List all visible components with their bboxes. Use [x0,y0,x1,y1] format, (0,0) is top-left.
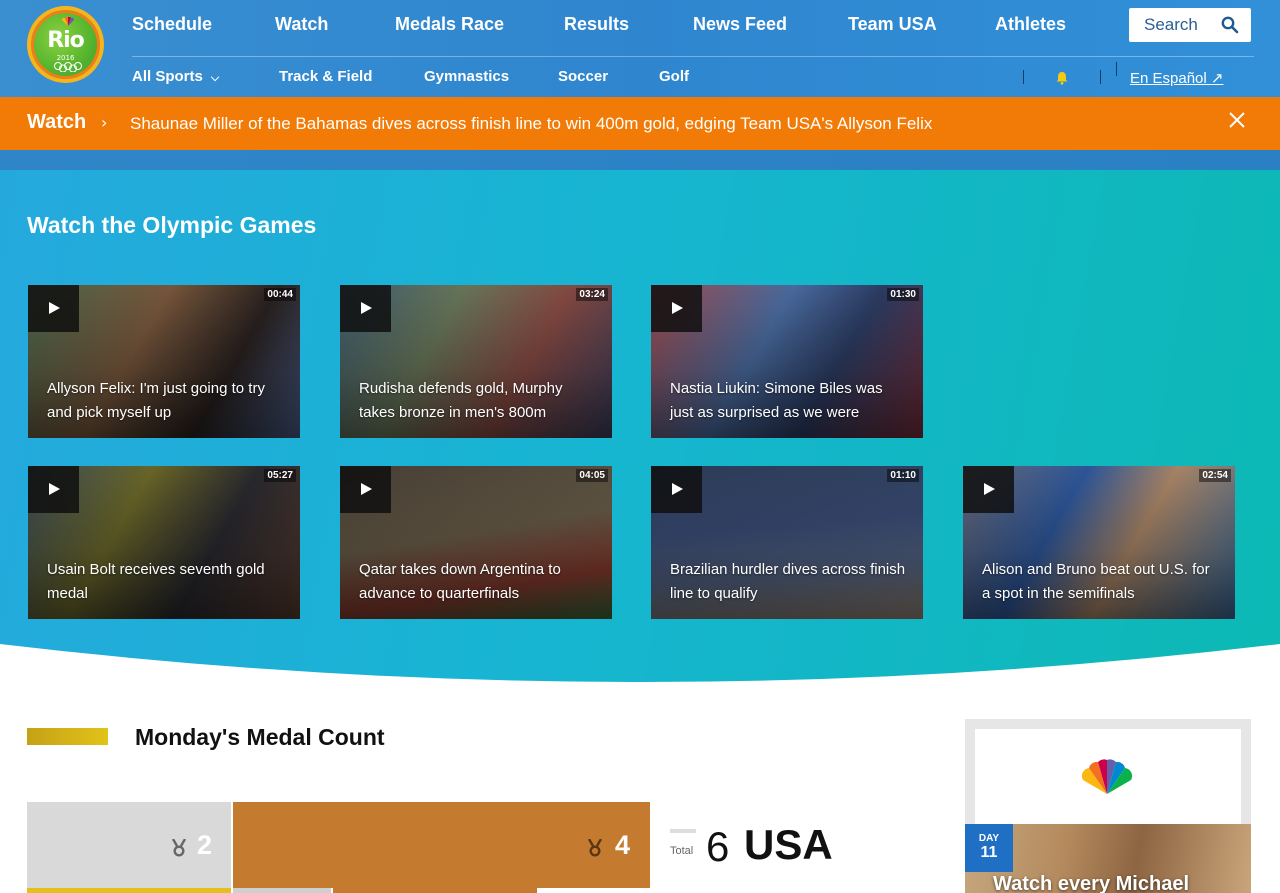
video-caption: Alison and Bruno beat out U.S. for a spo… [982,561,1210,602]
nav-watch[interactable]: Watch [275,14,328,35]
medal-bar-bronze [333,888,537,893]
play-icon [361,302,372,314]
nav-news-feed[interactable]: News Feed [693,14,787,35]
chevron-right-icon: › [101,113,108,132]
nav-all-sports-label: All Sports [132,68,203,85]
nav-medals-race[interactable]: Medals Race [395,14,504,35]
video-duration: 03:24 [576,288,608,301]
bronze-medal-box: 4 [233,802,650,888]
silver-medal-box: 2 [27,802,231,888]
medal-count-title: Monday's Medal Count [135,724,385,750]
close-icon[interactable] [1228,111,1246,129]
video-card[interactable]: 00:44 Allyson Felix: I'm just going to t… [28,285,300,438]
video-card[interactable]: 01:30 Nastia Liukin: Simone Biles was ju… [651,285,923,438]
nav-results[interactable]: Results [564,14,629,35]
video-duration: 04:05 [576,469,608,482]
nav-divider [132,56,1254,57]
video-caption: Nastia Liukin: Simone Biles was just as … [670,380,883,421]
video-caption: Rudisha defends gold, Murphy takes bronz… [359,380,563,421]
video-caption: Allyson Felix: I'm just going to try and… [47,380,265,421]
video-card[interactable]: 05:27 Usain Bolt receives seventh gold m… [28,466,300,619]
total-count: 6 [706,823,730,870]
language-link[interactable]: En Español ↗ [1130,69,1223,87]
alert-text: Shaunae Miller of the Bahamas dives acro… [130,114,933,133]
day-number: 11 [980,844,998,861]
nav-golf[interactable]: Golf [659,68,689,85]
nav-all-sports[interactable]: All Sports ⌵ [132,68,219,85]
play-button[interactable] [651,285,702,332]
video-duration: 05:27 [264,469,296,482]
breaking-alert-banner[interactable]: Watch › Shaunae Miller of the Bahamas di… [0,97,1280,150]
section-accent-bar [27,728,108,745]
play-icon [361,483,372,495]
play-icon [672,302,683,314]
play-button[interactable] [651,466,702,513]
nav-athletes[interactable]: Athletes [995,14,1066,35]
play-button[interactable] [28,466,79,513]
play-icon [49,483,60,495]
divider [1116,62,1117,76]
country-name: USA [744,821,833,868]
nbc-peacock-icon [61,17,75,26]
video-caption: Qatar takes down Argentina to advance to… [359,561,561,602]
play-button[interactable] [963,466,1014,513]
bronze-count: 4 [615,830,631,860]
play-button[interactable] [28,285,79,332]
alert-label: Watch [27,111,87,133]
nav-team-usa[interactable]: Team USA [848,14,937,35]
video-card[interactable]: 01:10 Brazilian hurdler dives across fin… [651,466,923,619]
site-header: Rio 2016 Schedule Watch Medals Race Resu… [0,0,1280,97]
featured-headline[interactable]: Watch every Michael [993,873,1189,893]
play-button[interactable] [340,466,391,513]
logo-year: 2016 [56,54,75,62]
medal-bar-gold [27,888,231,893]
search-input[interactable] [1129,8,1219,42]
video-duration: 01:30 [887,288,919,301]
day-badge: DAY 11 [965,824,1013,872]
rio-logo[interactable]: Rio 2016 [27,6,104,83]
nav-schedule[interactable]: Schedule [132,14,212,35]
total-accent [670,829,696,833]
video-caption: Brazilian hurdler dives across finish li… [670,561,906,602]
video-duration: 01:10 [887,469,919,482]
divider [1023,70,1024,84]
video-card[interactable]: 02:54 Alison and Bruno beat out U.S. for… [963,466,1235,619]
nav-gymnastics[interactable]: Gymnastics [424,68,509,85]
play-icon [49,302,60,314]
header-strip [0,150,1280,170]
play-icon [984,483,995,495]
logo-text: Rio [47,28,85,53]
chevron-down-icon: ⌵ [210,72,220,84]
section-title: Watch the Olympic Games [27,212,317,238]
olympic-rings-icon [54,62,82,72]
video-card[interactable]: 03:24 Rudisha defends gold, Murphy takes… [340,285,612,438]
play-button[interactable] [340,285,391,332]
total-label: Total [670,845,694,857]
video-duration: 00:44 [264,288,296,301]
nav-soccer[interactable]: Soccer [558,68,608,85]
bell-icon[interactable] [1055,71,1069,85]
medal-icon [587,839,603,857]
section-curve [0,644,1280,710]
divider [1100,70,1101,84]
search-icon[interactable] [1221,16,1239,34]
video-duration: 02:54 [1199,469,1231,482]
silver-count: 2 [197,830,213,860]
medal-bar-silver [233,888,331,893]
medal-icon [171,839,187,857]
nav-track-field[interactable]: Track & Field [279,68,372,85]
nbc-peacock-icon [1081,759,1133,794]
search-box [1129,8,1251,42]
play-icon [672,483,683,495]
video-card[interactable]: 04:05 Qatar takes down Argentina to adva… [340,466,612,619]
day-label: DAY [978,833,1000,844]
video-caption: Usain Bolt receives seventh gold medal [47,561,265,602]
